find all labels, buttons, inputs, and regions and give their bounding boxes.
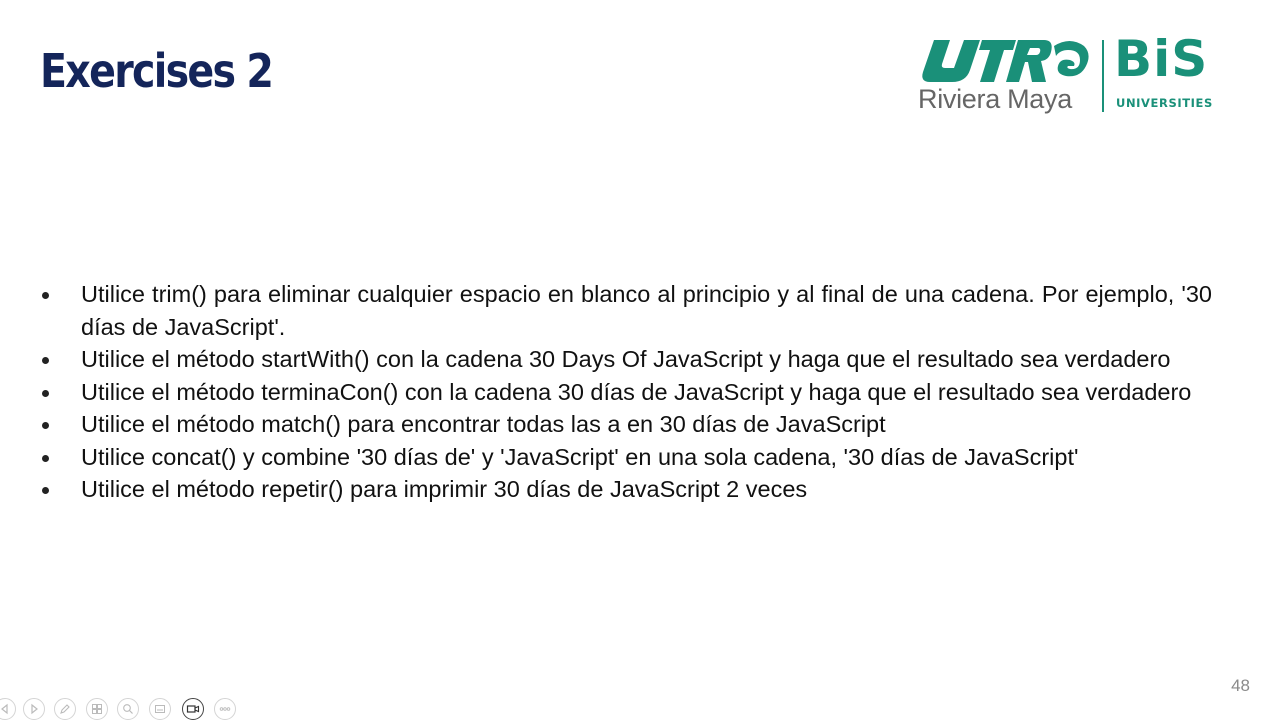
list-item-text: Utilice trim() para eliminar cualquier e…	[81, 281, 1212, 340]
list-item: Utilice el método terminaCon() con la ca…	[40, 376, 1212, 409]
slides-overview-icon	[92, 704, 102, 714]
list-item: Utilice el método match() para encontrar…	[40, 408, 1212, 441]
logo-caption: Riviera Maya	[918, 84, 1072, 114]
bullet-dot	[42, 422, 49, 429]
zoom-button[interactable]	[117, 698, 139, 720]
bullet-dot	[42, 292, 49, 299]
logo-universities-text: UNIVERSITIES	[1116, 96, 1213, 110]
camera-button[interactable]	[182, 698, 204, 720]
list-item: Utilice concat() y combine '30 días de' …	[40, 441, 1212, 474]
next-slide-icon	[31, 703, 38, 715]
more-options-button[interactable]	[214, 698, 236, 720]
logo-divider	[1102, 40, 1104, 112]
bullet-dot	[42, 389, 49, 397]
zoom-icon	[123, 704, 133, 714]
list-item-text: Utilice el método terminaCon() con la ca…	[81, 378, 1192, 405]
pen-button[interactable]	[54, 698, 76, 720]
list-item-text: Utilice el método repetir() para imprimi…	[81, 476, 808, 502]
subtitles-button[interactable]	[149, 698, 171, 720]
list-item: Utilice trim() para eliminar cualquier e…	[40, 278, 1212, 343]
list-item-text: Utilice concat() y combine '30 días de' …	[81, 443, 1079, 470]
page-number: 48	[1231, 676, 1250, 695]
more-options-icon	[219, 707, 231, 711]
pen-icon	[60, 704, 70, 714]
exercise-list: Utilice trim() para eliminar cualquier e…	[40, 278, 1212, 506]
logo-bis-wordmark: BiS	[1114, 30, 1209, 88]
previous-slide-button[interactable]	[0, 698, 16, 720]
presenter-toolbar	[0, 698, 240, 724]
next-slide-button[interactable]	[23, 698, 45, 720]
list-item: Utilice el método repetir() para imprimi…	[40, 473, 1212, 506]
subtitles-icon	[155, 705, 165, 713]
utrm-bis-logo: Riviera Maya BiS UNIVERSITIES	[916, 30, 1221, 118]
slide: Exercises 2 Riviera Maya BiS UNIVERSITIE…	[0, 0, 1280, 726]
list-item: Utilice el método startWith() con la cad…	[40, 343, 1212, 376]
slides-overview-button[interactable]	[86, 698, 108, 720]
bullet-dot	[42, 357, 49, 364]
bullet-dot	[42, 454, 49, 462]
bullet-dot	[42, 487, 49, 494]
list-item-text: Utilice el método startWith() con la cad…	[81, 346, 1171, 372]
list-item-text: Utilice el método match() para encontrar…	[81, 411, 886, 437]
utrm-logo-mark	[922, 40, 1089, 82]
camera-icon	[186, 705, 200, 713]
slide-title: Exercises 2	[40, 44, 274, 98]
previous-slide-icon	[1, 703, 8, 715]
